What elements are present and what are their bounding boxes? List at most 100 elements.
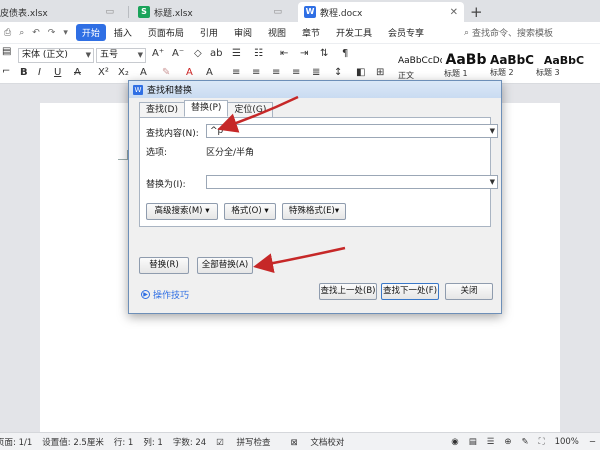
bold-icon[interactable]: B	[20, 67, 28, 78]
subscript-icon[interactable]: X₂	[118, 67, 129, 78]
highlight-icon[interactable]: ✎	[162, 67, 170, 78]
superscript-icon[interactable]: X²	[98, 67, 109, 78]
tab-xlsx-1[interactable]: 皮债表.xlsx ▭	[0, 2, 120, 22]
special-format-label: 特殊格式(E)	[288, 206, 335, 216]
decrease-indent-icon[interactable]: ⇤	[280, 48, 288, 59]
find-replace-dialog: W 查找和替换 查找(D) 替换(P) 定位(G) 查找内容(N): ^p ▼ 选…	[128, 80, 502, 314]
find-next-button[interactable]: 查找下一处(F)	[381, 283, 439, 300]
line-spacing-icon[interactable]: ↕	[334, 67, 342, 78]
menu-chapter[interactable]: 章节	[294, 26, 328, 39]
italic-icon[interactable]: I	[38, 67, 41, 78]
sort-icon[interactable]: ⇅	[320, 48, 328, 59]
outline-view-icon[interactable]: ☰	[487, 437, 495, 447]
borders-icon[interactable]: ⊞	[376, 67, 384, 78]
spreadsheet-icon: S	[138, 6, 150, 18]
preview-icon[interactable]: ⌕	[19, 28, 24, 38]
dialog-titlebar[interactable]: W 查找和替换	[129, 81, 501, 98]
menu-view[interactable]: 视图	[260, 26, 294, 39]
font-size-value: 五号	[100, 50, 119, 60]
eye-icon[interactable]: ◉	[451, 437, 458, 447]
underline-icon[interactable]: U	[54, 67, 61, 78]
menu-page-layout[interactable]: 页面布局	[140, 26, 192, 39]
status-page: 页面: 1/1	[0, 437, 33, 448]
menu-start[interactable]: 开始	[75, 24, 106, 41]
increase-indent-icon[interactable]: ⇥	[300, 48, 308, 59]
tab-goto[interactable]: 定位(G)	[227, 102, 274, 117]
tab-xlsx-2[interactable]: S 标题.xlsx ▭	[132, 2, 288, 22]
chevron-down-icon[interactable]: ▼	[490, 176, 495, 188]
menu-dev-tools[interactable]: 开发工具	[328, 26, 380, 39]
format-painter-icon[interactable]: ⌐	[2, 66, 10, 77]
chevron-down-icon: ▼	[85, 51, 91, 59]
align-left-icon[interactable]: ≡	[232, 67, 240, 78]
find-previous-button[interactable]: 查找上一处(B)	[319, 283, 377, 300]
bullets-icon[interactable]: ☰	[232, 48, 241, 59]
char-border-icon[interactable]: A	[206, 67, 213, 78]
style-heading-1[interactable]: AaBb 标题 1	[444, 48, 488, 82]
font-size-select[interactable]: 五号 ▼	[96, 48, 146, 63]
spell-check[interactable]: ☑ 拼写检查	[216, 436, 280, 448]
tab-docx-active[interactable]: W 教程.docx ✕	[298, 2, 464, 22]
undo-icon[interactable]: ↶	[32, 28, 40, 38]
phonetic-icon[interactable]: ab	[210, 48, 222, 59]
menu-insert[interactable]: 插入	[106, 26, 140, 39]
align-center-icon[interactable]: ≡	[252, 67, 260, 78]
menu-references[interactable]: 引用	[192, 26, 226, 39]
replace-input[interactable]: ▼	[206, 175, 498, 189]
zoom-level[interactable]: 100%	[555, 437, 579, 447]
more-icon[interactable]: ▾	[63, 28, 68, 38]
check-icon: ☑	[216, 437, 224, 448]
redo-icon[interactable]: ↷	[48, 28, 56, 38]
distribute-icon[interactable]: ≣	[312, 67, 320, 78]
text-effect-icon[interactable]: A	[140, 67, 147, 78]
strikethrough-icon[interactable]: A	[74, 67, 81, 78]
numbering-icon[interactable]: ☷	[254, 48, 263, 59]
shrink-font-icon[interactable]: A⁻	[172, 48, 184, 59]
proof-label: 文档校对	[310, 437, 345, 448]
web-view-icon[interactable]: ⊕	[504, 437, 511, 447]
menu-member[interactable]: 会员专享	[380, 26, 432, 39]
zoom-out-icon[interactable]: −	[589, 437, 596, 447]
close-icon[interactable]: ✕	[450, 7, 458, 18]
style-heading-2[interactable]: AaBbC 标题 2	[490, 48, 534, 82]
tab-find[interactable]: 查找(D)	[139, 102, 185, 117]
pin-icon[interactable]: ▭	[273, 7, 282, 17]
tab-replace[interactable]: 替换(P)	[183, 100, 229, 117]
style-label: 标题 2	[490, 68, 514, 77]
style-label: 标题 1	[444, 69, 468, 78]
replace-all-button[interactable]: 全部替换(A)	[197, 257, 253, 274]
replace-button[interactable]: 替换(R)	[139, 257, 189, 274]
font-color-icon[interactable]: A	[186, 67, 193, 78]
grow-font-icon[interactable]: A⁺	[152, 48, 164, 59]
document-icon: W	[304, 6, 316, 18]
pen-icon[interactable]: ✎	[521, 437, 528, 447]
chevron-down-icon[interactable]: ▼	[490, 125, 495, 137]
style-label: 标题 3	[536, 68, 560, 77]
fit-icon[interactable]: ⛶	[539, 437, 545, 447]
font-name-select[interactable]: 宋体 (正文) ▼	[18, 48, 94, 63]
clipboard-icon[interactable]: ▤	[2, 46, 11, 57]
show-marks-icon[interactable]: ¶	[342, 48, 348, 59]
justify-icon[interactable]: ≡	[292, 67, 300, 78]
menu-review[interactable]: 审阅	[226, 26, 260, 39]
command-search[interactable]: ⌕ 查找命令、搜索模板	[464, 26, 553, 40]
align-right-icon[interactable]: ≡	[272, 67, 280, 78]
page-view-icon[interactable]: ▤	[469, 437, 477, 447]
format-button[interactable]: 格式(O) ▾	[224, 203, 276, 220]
advanced-search-button[interactable]: 高级搜索(M) ▾	[146, 203, 218, 220]
play-icon: ▶	[141, 290, 150, 299]
find-input[interactable]: ^p ▼	[206, 124, 498, 138]
style-heading-3[interactable]: AaBbC 标题 3	[536, 48, 592, 82]
status-words[interactable]: 字数: 24	[173, 436, 206, 448]
shading-icon[interactable]: ◧	[356, 67, 365, 78]
pin-icon[interactable]: ▭	[105, 7, 114, 17]
doc-proof[interactable]: ⊠ 文档校对	[291, 436, 355, 448]
special-format-button[interactable]: 特殊格式(E)▾	[282, 203, 346, 220]
style-normal[interactable]: AaBbCcDd 正文	[398, 48, 442, 82]
tips-link[interactable]: ▶ 操作技巧	[141, 288, 189, 301]
options-label: 选项:	[146, 148, 168, 158]
close-button[interactable]: 关闭	[445, 283, 493, 300]
print-icon[interactable]: ⎙	[4, 28, 11, 38]
clear-format-icon[interactable]: ◇	[194, 48, 202, 59]
add-tab-icon[interactable]: +	[470, 3, 483, 21]
